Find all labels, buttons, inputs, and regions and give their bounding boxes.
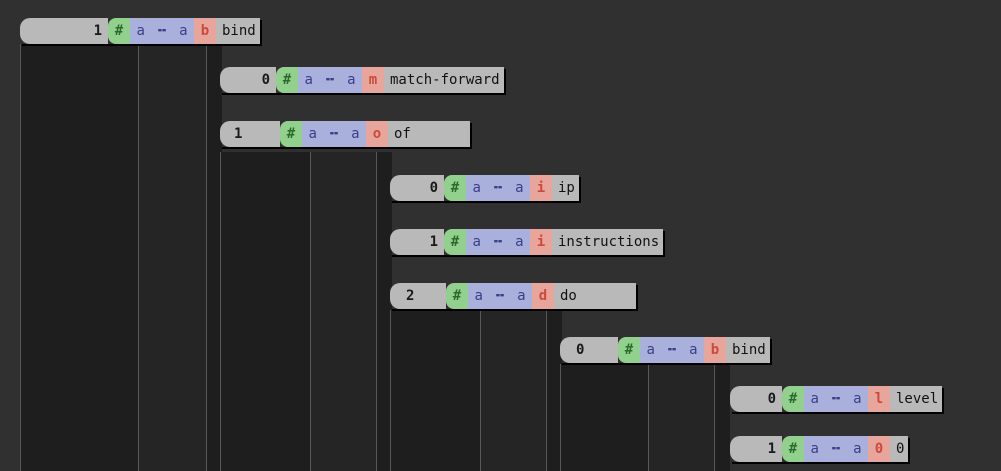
node-index: 1: [730, 436, 782, 462]
tree-node-ip[interactable]: 0 # a ╍ a i ip: [390, 175, 579, 201]
tree-node-instructions[interactable]: 1 # a ╍ a i instructions: [390, 229, 664, 255]
symbol-icon[interactable]: a ╍ a: [466, 229, 530, 255]
node-label[interactable]: do: [554, 283, 636, 309]
type-tag[interactable]: d: [532, 283, 554, 309]
symbol-icon[interactable]: a ╍ a: [130, 18, 194, 44]
tree-node-match-forward[interactable]: 0 # a ╍ a m match-forward: [220, 67, 504, 93]
hash-icon[interactable]: #: [618, 337, 640, 363]
subtree-column: [220, 152, 310, 471]
subtree-column: [390, 310, 480, 471]
hash-icon[interactable]: #: [444, 175, 466, 201]
symbol-icon[interactable]: a ╍ a: [302, 121, 366, 147]
subtree-column: [310, 152, 376, 471]
node-label[interactable]: 0: [890, 436, 909, 462]
subtree-column: [714, 364, 730, 471]
hash-icon[interactable]: #: [108, 18, 130, 44]
node-index: 0: [560, 337, 618, 363]
subtree-column: [560, 364, 648, 471]
subtree-column: [480, 310, 546, 471]
type-tag[interactable]: i: [530, 229, 552, 255]
node-index: 0: [390, 175, 444, 201]
node-index: 2: [390, 283, 446, 309]
tree-editor-canvas: 1 # a ╍ a b bind 0 # a ╍ a m match-forward 1…: [0, 0, 1001, 471]
hash-icon[interactable]: #: [782, 386, 804, 412]
node-label[interactable]: level: [890, 386, 943, 412]
tree-node-do[interactable]: 2 # a ╍ a d do: [390, 283, 636, 309]
hash-icon[interactable]: #: [276, 67, 298, 93]
tree-node-bind[interactable]: 0 # a ╍ a b bind: [560, 337, 770, 363]
node-index: 0: [220, 67, 276, 93]
type-tag[interactable]: l: [868, 386, 890, 412]
symbol-icon[interactable]: a ╍ a: [466, 175, 530, 201]
tree-node-zero[interactable]: 1 # a ╍ a 0 0: [730, 436, 909, 462]
node-label[interactable]: bind: [726, 337, 770, 363]
tree-node-of[interactable]: 1 # a ╍ a o of: [220, 121, 470, 147]
subtree-column: [20, 44, 138, 471]
tree-node-bind[interactable]: 1 # a ╍ a b bind: [20, 18, 260, 44]
node-index: 1: [390, 229, 444, 255]
hash-icon[interactable]: #: [444, 229, 466, 255]
type-tag[interactable]: b: [704, 337, 726, 363]
node-label[interactable]: of: [388, 121, 470, 147]
node-index: 1: [20, 18, 108, 44]
node-label[interactable]: instructions: [552, 229, 664, 255]
type-tag[interactable]: i: [530, 175, 552, 201]
symbol-icon[interactable]: a ╍ a: [640, 337, 704, 363]
symbol-icon[interactable]: a ╍ a: [804, 386, 868, 412]
hash-icon[interactable]: #: [782, 436, 804, 462]
type-tag[interactable]: m: [362, 67, 384, 93]
symbol-icon[interactable]: a ╍ a: [298, 67, 362, 93]
node-label[interactable]: ip: [552, 175, 579, 201]
type-tag[interactable]: 0: [868, 436, 890, 462]
hash-icon[interactable]: #: [446, 283, 468, 309]
type-tag[interactable]: o: [366, 121, 388, 147]
tree-node-level[interactable]: 0 # a ╍ a l level: [730, 386, 943, 412]
node-label[interactable]: match-forward: [384, 67, 504, 93]
node-index: 0: [730, 386, 782, 412]
subtree-column: [138, 44, 206, 471]
node-label[interactable]: bind: [216, 18, 260, 44]
symbol-icon[interactable]: a ╍ a: [804, 436, 868, 462]
hash-icon[interactable]: #: [280, 121, 302, 147]
type-tag[interactable]: b: [194, 18, 216, 44]
node-index: 1: [220, 121, 280, 147]
symbol-icon[interactable]: a ╍ a: [468, 283, 532, 309]
subtree-column: [648, 364, 714, 471]
